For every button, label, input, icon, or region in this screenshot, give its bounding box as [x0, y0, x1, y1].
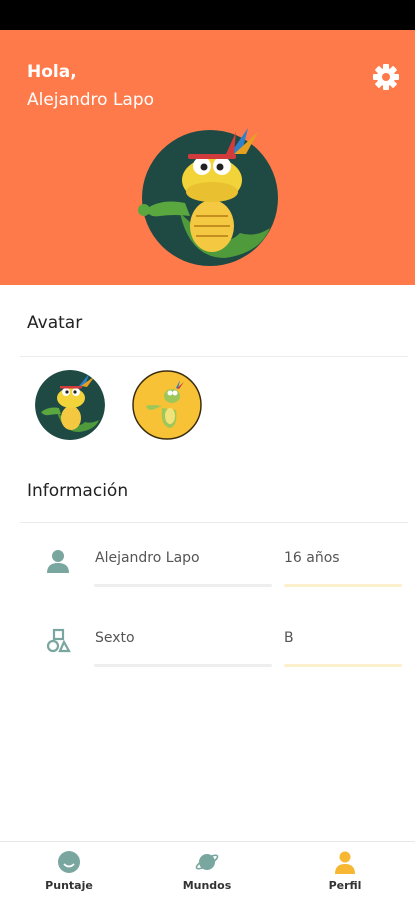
person-icon: [335, 851, 355, 874]
shapes-icon: [46, 628, 71, 653]
planet-icon: [195, 854, 219, 870]
divider: [20, 522, 408, 523]
avatar-section-title: Avatar: [27, 313, 83, 333]
dino-teal-icon: [35, 370, 105, 440]
status-bar: [0, 0, 415, 30]
avatar-option-teal[interactable]: [35, 370, 105, 440]
info-section: B: [284, 630, 294, 646]
nav-label-mundos: Mundos: [182, 879, 232, 892]
nav-item-mundos[interactable]: Mundos: [138, 842, 276, 901]
dino-yellow-icon: [132, 370, 202, 440]
info-section-title: Información: [27, 481, 129, 501]
nav-label-puntaje: Puntaje: [45, 879, 93, 892]
age-underline: [284, 584, 402, 587]
user-name: Alejandro Lapo: [27, 90, 155, 110]
section-underline: [284, 664, 402, 667]
gear-icon[interactable]: [372, 63, 400, 91]
face-icon: [58, 851, 80, 873]
grade-underline: [94, 664, 272, 667]
nav-item-perfil[interactable]: Perfil: [276, 842, 414, 901]
nav-item-puntaje[interactable]: Puntaje: [0, 842, 138, 901]
bottom-navigation: Puntaje Mundos Perfil: [0, 841, 415, 901]
person-icon: [47, 550, 69, 573]
info-grade: Sexto: [95, 630, 135, 646]
info-name: Alejandro Lapo: [95, 550, 200, 566]
divider: [20, 356, 408, 357]
profile-avatar: [138, 128, 278, 266]
avatar-option-yellow[interactable]: [132, 370, 202, 440]
nav-label-perfil: Perfil: [328, 879, 362, 892]
greeting-text: Hola,: [27, 62, 77, 82]
info-age: 16 años: [284, 550, 340, 566]
name-underline: [94, 584, 272, 587]
